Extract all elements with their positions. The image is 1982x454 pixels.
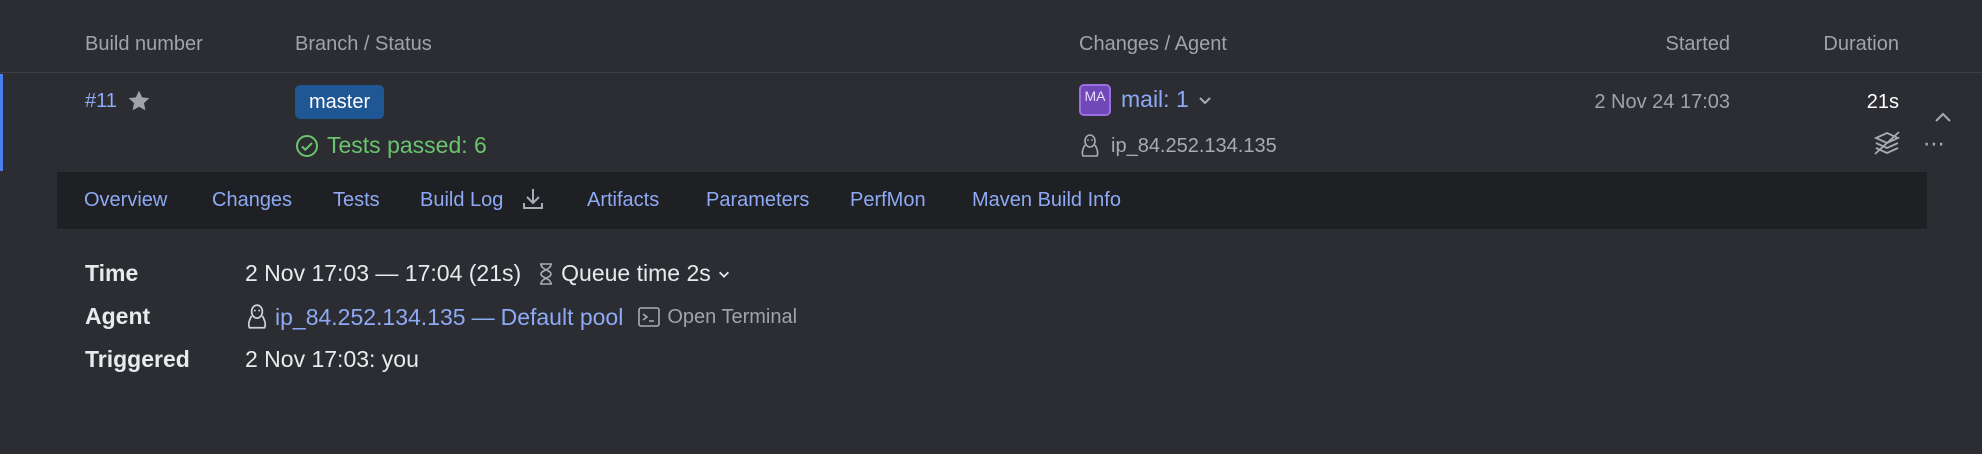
layers-icon[interactable] xyxy=(1872,129,1902,157)
avatar: MA xyxy=(1079,84,1111,116)
linux-icon xyxy=(1079,133,1101,159)
agent-separator: — xyxy=(471,303,495,330)
header-divider xyxy=(0,72,1982,73)
agent-info: ip_84.252.134.135 xyxy=(1079,133,1277,159)
tab-perfmon[interactable]: PerfMon xyxy=(850,189,926,212)
duration-value: 21s xyxy=(1866,91,1899,113)
started-time: 2 Nov 24 17:03 xyxy=(1594,91,1730,113)
time-label: Time xyxy=(85,260,139,286)
column-header-started[interactable]: Started xyxy=(1666,33,1730,56)
column-header-changes-agent: Changes / Agent xyxy=(1079,33,1227,55)
column-header-build-number[interactable]: Build number xyxy=(85,33,203,56)
triggered-label: Triggered xyxy=(85,346,190,372)
changes-text[interactable]: mail: 1 xyxy=(1121,86,1189,113)
check-circle-icon xyxy=(295,134,319,158)
column-header-branch-status: Branch / Status xyxy=(295,33,432,55)
agent-link[interactable]: ip_84.252.134.135 xyxy=(275,304,466,331)
download-icon[interactable] xyxy=(520,186,546,212)
agent-name: ip_84.252.134.135 xyxy=(1111,134,1277,157)
open-terminal-link[interactable]: Open Terminal xyxy=(667,306,797,329)
column-header-duration[interactable]: Duration xyxy=(1823,33,1899,56)
agent-label: Agent xyxy=(85,303,151,329)
tab-maven-build-info[interactable]: Maven Build Info xyxy=(972,189,1121,212)
time-row: 2 Nov 17:03 — 17:04 (21s) Queue time 2s xyxy=(245,260,731,287)
hourglass-icon xyxy=(537,262,555,286)
selected-row-indicator xyxy=(0,74,3,171)
triggered-value: 2 Nov 17:03: you xyxy=(245,346,419,372)
chevron-down-icon[interactable] xyxy=(717,267,731,281)
terminal-icon[interactable] xyxy=(637,306,661,328)
tab-tests[interactable]: Tests xyxy=(333,189,380,212)
branch-badge[interactable]: master xyxy=(295,85,385,119)
time-value: 2 Nov 17:03 — 17:04 (21s) xyxy=(245,260,522,286)
more-options-icon[interactable]: ⋯ xyxy=(1923,131,1947,157)
tab-build-log[interactable]: Build Log xyxy=(420,189,503,212)
chevron-up-icon[interactable] xyxy=(1934,111,1952,123)
tab-parameters[interactable]: Parameters xyxy=(706,189,809,212)
build-tabs: Overview Changes Tests Build Log Artifac… xyxy=(57,172,1927,229)
status-text[interactable]: Tests passed: 6 xyxy=(327,132,487,159)
agent-row: ip_84.252.134.135 — Default pool Open Te… xyxy=(245,303,797,331)
linux-icon xyxy=(245,303,269,331)
changes-dropdown[interactable]: mail: 1 xyxy=(1121,86,1213,113)
queue-time[interactable]: Queue time 2s xyxy=(561,260,711,287)
tab-artifacts[interactable]: Artifacts xyxy=(587,189,659,212)
build-status[interactable]: Tests passed: 6 xyxy=(295,132,487,159)
pool-link[interactable]: Default pool xyxy=(501,304,624,331)
tab-overview[interactable]: Overview xyxy=(84,189,167,212)
star-icon[interactable] xyxy=(126,88,152,114)
chevron-down-icon xyxy=(1197,92,1213,108)
tab-changes[interactable]: Changes xyxy=(212,189,292,212)
build-number-link[interactable]: #11 xyxy=(85,90,117,113)
